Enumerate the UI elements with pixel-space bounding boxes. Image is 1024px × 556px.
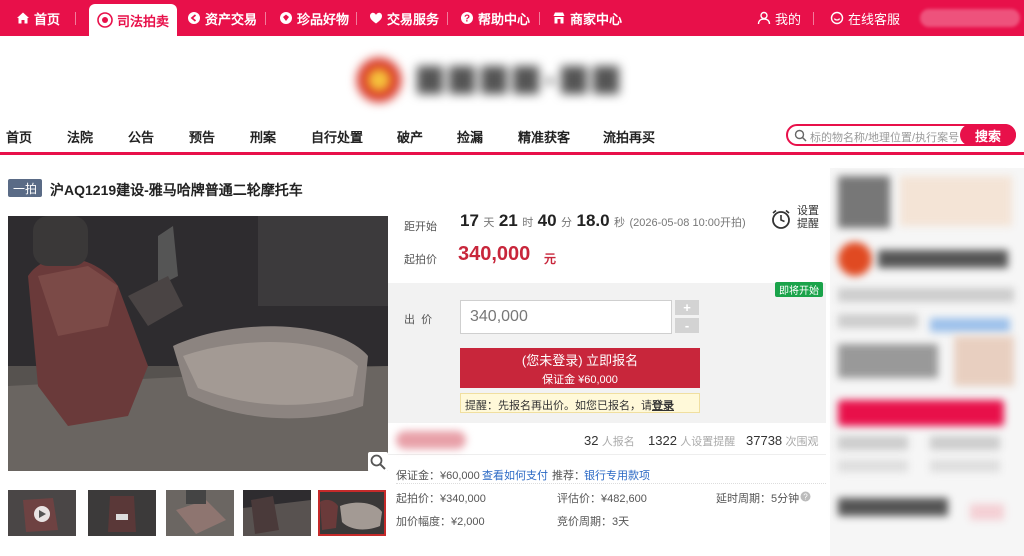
auction-icon [97,12,113,28]
recommend-link[interactable]: 银行专用款项 [584,467,650,483]
nav-merchant-center[interactable]: 商家中心 [552,0,622,36]
bid-amount-input[interactable]: 340,000 [460,300,672,334]
nav-online-service[interactable]: 在线客服 [830,0,900,36]
start-price-detail: 起拍价：¥340,000 [396,493,486,505]
bid-decrease-button[interactable]: - [675,318,699,333]
zoom-icon[interactable] [368,452,388,472]
cat-precise-leads[interactable]: 精准获客 [518,127,570,146]
help-icon: ? [460,11,474,25]
gem-icon [279,11,293,25]
thumbnail-5-selected[interactable] [318,490,386,536]
start-price-unit: 元 [544,252,557,266]
countdown-minutes: 40 [537,211,557,230]
start-price-label: 起拍价 [404,254,437,266]
cat-relist[interactable]: 流拍再买 [603,127,655,146]
svg-text:?: ? [464,14,470,25]
status-tag: 即将开始 [775,282,823,297]
thumbnail-1[interactable] [8,490,76,536]
increment-detail: 加价幅度：¥2,000 [396,516,485,528]
blurred-court-logo [396,431,466,449]
cat-criminal[interactable]: 刑案 [250,127,276,146]
home-icon [16,11,30,25]
cat-announcement[interactable]: 公告 [128,127,154,146]
signup-count: 32 人报名 [584,433,635,448]
alarm-clock-icon [770,208,792,230]
countdown-hours: 21 [498,211,518,230]
nav-asset-trade[interactable]: 资产交易 [187,0,257,36]
appraisal-price: 评估价：¥482,600 [557,493,647,505]
blurred-user-area [920,9,1020,27]
cat-self-disposal[interactable]: 自行处置 [311,127,363,146]
cat-bankruptcy[interactable]: 破产 [397,127,423,146]
site-logo[interactable] [355,54,655,106]
main-product-image[interactable] [8,216,388,471]
shop-icon [552,11,566,25]
user-icon [757,11,771,25]
stats-row: 32 人报名 1322 人设置提醒 37738 次围观 [388,425,826,455]
recommend-label: 推荐： [552,470,585,482]
search-input[interactable]: 标的物名称/地理位置/执行案号 [810,129,959,145]
thumbnail-3[interactable] [166,490,234,536]
side-panel [830,168,1024,556]
bid-cycle: 竞价周期：3天 [557,516,630,528]
auction-round-badge: 一拍 [8,179,42,197]
search-box: 标的物名称/地理位置/执行案号 搜索 [786,124,1016,146]
nav-divider [0,152,1024,155]
top-nav-bar: 首页 司法拍卖 资产交易 珍品好物 交易服务 ? 帮助中心 商家中心 我的 在线… [0,0,1024,36]
heart-icon [369,11,383,25]
delay-period: 延时周期：5分钟 [716,493,800,505]
headset-icon [830,11,844,25]
countdown-seconds: 18.0 [576,211,610,230]
signup-tip: 提醒：先报名再出价。如您已报名，请登录 [460,393,700,413]
bid-increase-button[interactable]: + [675,300,699,315]
nav-judicial-auction[interactable]: 司法拍卖 [89,4,178,36]
login-link[interactable]: 登录 [652,400,674,412]
nav-trade-service[interactable]: 交易服务 [369,0,439,36]
how-to-pay-link[interactable]: 查看如何支付 [482,467,548,483]
cat-preview[interactable]: 预告 [189,127,215,146]
blurred-court-avatar [838,242,872,276]
thumbnail-2[interactable] [88,490,156,536]
cat-bargain[interactable]: 捡漏 [457,127,483,146]
cat-home[interactable]: 首页 [6,127,32,146]
item-title: 沪AQ1219建设-雅马哈牌普通二轮摩托车 [50,182,303,198]
reminder-count: 1322 人设置提醒 [648,433,736,448]
help-icon[interactable]: ? [800,491,811,502]
countdown-timer: 17 天 21 时 40 分 18.0 秒 (2026-05-08 10:00开… [460,211,746,230]
nav-help-center[interactable]: ? 帮助中心 [460,0,530,36]
view-count: 37738 次围观 [746,433,819,448]
search-icon [794,129,807,142]
asset-icon [187,11,201,25]
cat-court[interactable]: 法院 [67,127,93,146]
bid-label: 出 价 [404,314,433,326]
deposit-info: 保证金：¥60,000 [396,470,480,482]
start-time: (2026-05-08 10:00开拍) [629,217,746,229]
start-price-value: 340,000 [458,243,531,265]
set-reminder-button[interactable]: 设置 提醒 [770,205,822,230]
nav-treasures[interactable]: 珍品好物 [279,0,349,36]
blurred-qr-code [838,176,890,228]
nav-home[interactable]: 首页 [16,0,60,36]
search-button[interactable]: 搜索 [960,124,1016,146]
blurred-action-button[interactable] [838,400,1004,426]
nav-my-account[interactable]: 我的 [757,0,801,36]
svg-text:?: ? [803,493,808,502]
countdown-label: 距开始 [404,221,437,233]
thumbnail-4[interactable] [243,490,311,536]
signup-button[interactable]: (您未登录) 立即报名 保证金 ¥60,000 [460,348,700,388]
countdown-days: 17 [460,211,479,230]
